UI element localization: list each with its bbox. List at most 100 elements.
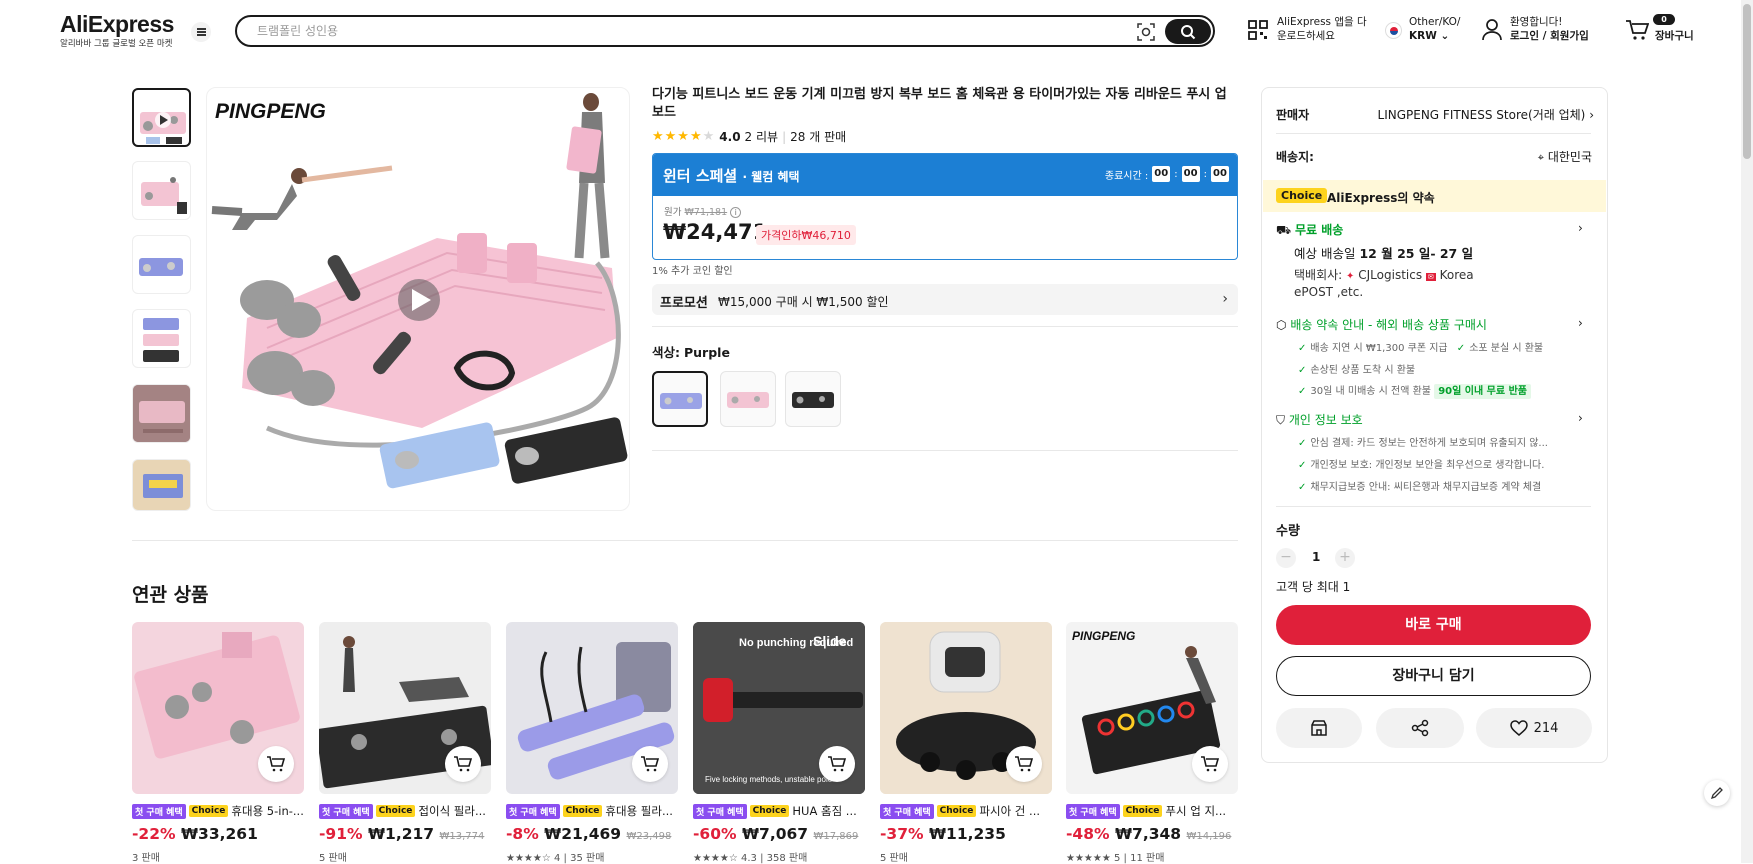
countdown: 종료시간 : 00: 00: 00 xyxy=(1105,166,1229,182)
choice-tag: Choice xyxy=(936,805,977,817)
quantity-increase-button[interactable]: + xyxy=(1335,548,1355,568)
user-icon[interactable] xyxy=(1481,18,1503,42)
sales-info: 3 판매 xyxy=(132,849,304,864)
sold-count: 4 | 35 판매 xyxy=(554,853,605,864)
related-product-card[interactable]: 첫 구매 혜택 Choice 접이식 필라... -91% ₩1,217 ₩13,7… xyxy=(319,622,491,864)
choice-promise-bar: Choice AliExpress의 약속 xyxy=(1263,180,1606,212)
truck-icon: ⛟ xyxy=(1276,223,1292,237)
gallery-thumb-4[interactable] xyxy=(132,309,191,368)
chevron-right-icon[interactable]: › xyxy=(1578,411,1583,425)
chevron-right-icon: › xyxy=(1589,108,1594,122)
app-download-link[interactable]: AliExpress 앱을 다 운로드하세요 xyxy=(1277,15,1367,43)
account-link[interactable]: 환영합니다! 로그인 / 회원가입 xyxy=(1510,15,1589,43)
share-button[interactable] xyxy=(1376,708,1464,748)
sale-price: ₩7,067 xyxy=(741,825,809,843)
seller-link[interactable]: LINGPENG FITNESS Store(거래 업체) › xyxy=(1362,106,1594,123)
gallery-thumb-5[interactable] xyxy=(132,384,191,443)
rating-stars: ★★★★☆ xyxy=(693,853,738,864)
quantity-value[interactable]: 1 xyxy=(1312,550,1320,564)
gallery-thumb-2[interactable] xyxy=(132,161,191,220)
sales-info: 5 판매 xyxy=(880,849,1052,864)
buy-now-button[interactable]: 바로 구매 xyxy=(1276,605,1591,645)
rating-stars: ★★★★☆ xyxy=(506,853,551,864)
main-product-image[interactable]: PINGPENG xyxy=(206,87,630,511)
related-product-card[interactable]: 첫 구매 혜택 Choice 파시아 건 ... -37% ₩11,235 5 판매 xyxy=(880,622,1052,864)
related-product-name: 푸시 업 지... xyxy=(1165,804,1227,818)
promise-refund-text: 30일 내 미배송 시 전액 환불 xyxy=(1310,386,1432,397)
locale-selector[interactable]: Other/KO/ KRW ⌄ xyxy=(1409,15,1460,43)
related-product-image[interactable] xyxy=(880,622,1052,794)
free-shipping-label: 무료 배송 xyxy=(1294,223,1344,237)
sale-price: ₩11,235 xyxy=(928,825,1006,843)
info-icon[interactable]: i xyxy=(730,207,742,218)
promotion-row[interactable]: 프로모션 ₩15,000 구매 시 ₩1,500 할인 › xyxy=(652,284,1238,315)
current-price: ₩24,471 xyxy=(663,220,768,244)
store-icon xyxy=(1311,720,1327,736)
related-product-card[interactable]: PINGPENG 첫 구매 혜택 Choice 푸시 업 지... -48% ₩7,… xyxy=(1066,622,1238,864)
add-to-cart-icon[interactable] xyxy=(632,746,668,782)
banner-header: 윈터 스페셜 · 웰컴 혜택 종료시간 : 00: 00: 00 xyxy=(653,154,1237,196)
related-product-image[interactable] xyxy=(506,622,678,794)
related-product-image[interactable] xyxy=(319,622,491,794)
reviews-link[interactable]: 2 리뷰 xyxy=(745,128,779,145)
choice-tag: Choice xyxy=(749,805,790,817)
aliexpress-logo[interactable]: AliExpress xyxy=(60,11,174,38)
share-icon xyxy=(1411,719,1429,737)
quantity-decrease-button[interactable]: − xyxy=(1276,548,1296,568)
feedback-edit-button[interactable] xyxy=(1704,780,1730,806)
related-product-card[interactable]: 첫 구매 혜택 Choice 휴대용 필라... -8% ₩21,469 ₩23,4… xyxy=(506,622,678,864)
privacy-info: ✓ 개인정보 보호: 개인정보 보안을 최우선으로 생각합니다. xyxy=(1298,460,1545,471)
add-to-cart-icon[interactable] xyxy=(819,746,855,782)
choice-tag: Choice xyxy=(562,805,603,817)
product-title: 다기능 피트니스 보드 운동 기계 미끄럼 방지 복부 보드 홈 체육관 용 타… xyxy=(652,87,1227,120)
add-to-cart-icon[interactable] xyxy=(258,746,294,782)
seller-label: 판매자 xyxy=(1276,108,1310,122)
ship-to-selector[interactable]: ⌖ 대한민국 xyxy=(1422,148,1592,165)
korea-flag-icon xyxy=(1385,22,1402,39)
quantity-label: 수량 xyxy=(1276,524,1300,539)
divider xyxy=(1276,133,1591,134)
ship-to-label: 배송지: xyxy=(1276,150,1314,164)
gallery-thumb-3[interactable] xyxy=(132,235,191,294)
add-to-cart-button[interactable]: 장바구니 담기 xyxy=(1276,656,1591,696)
product-tags: 첫 구매 혜택 Choice 푸시 업 지... xyxy=(1066,803,1238,819)
related-product-card[interactable]: No punching required Slide Five locking me… xyxy=(693,622,865,864)
color-swatch-purple[interactable] xyxy=(652,371,708,427)
chevron-right-icon[interactable]: › xyxy=(1578,221,1583,235)
privacy-row[interactable]: ⛉ 개인 정보 보호 xyxy=(1276,411,1363,428)
related-product-image[interactable]: PINGPENG xyxy=(1066,622,1238,794)
store-button[interactable] xyxy=(1276,708,1362,748)
epost-logo-icon: ✉ xyxy=(1425,273,1436,281)
sold-count: 4.3 | 358 판매 xyxy=(741,853,808,864)
cart-icon[interactable] xyxy=(1625,19,1649,41)
wishlist-button[interactable]: 214 xyxy=(1476,708,1592,748)
gallery-thumb-1[interactable] xyxy=(132,88,191,147)
privacy-info-text: 개인정보 보호: 개인정보 보안을 최우선으로 생각합니다. xyxy=(1310,460,1545,471)
image-search-icon[interactable] xyxy=(1135,21,1157,43)
add-to-cart-icon[interactable] xyxy=(445,746,481,782)
cart-label[interactable]: 장바구니 xyxy=(1655,29,1694,43)
brand-logo: PINGPENG xyxy=(215,100,326,123)
color-swatch-black[interactable] xyxy=(785,371,841,427)
menu-icon[interactable] xyxy=(191,22,211,42)
scrollbar-thumb[interactable] xyxy=(1743,4,1751,159)
related-product-card[interactable]: 첫 구매 혜택 Choice 휴대용 5-in-... -22% ₩33,261 3… xyxy=(132,622,304,864)
add-to-cart-icon[interactable] xyxy=(1192,746,1228,782)
search-button[interactable] xyxy=(1165,19,1211,44)
gallery-thumb-6[interactable] xyxy=(132,459,191,511)
free-shipping-row[interactable]: ⛟ 무료 배송 xyxy=(1276,221,1343,239)
pencil-icon xyxy=(1710,787,1723,800)
image-caption-2: Slide xyxy=(813,633,847,649)
related-product-image[interactable] xyxy=(132,622,304,794)
add-to-cart-icon[interactable] xyxy=(1006,746,1042,782)
chevron-right-icon[interactable]: › xyxy=(1578,316,1583,330)
search-input[interactable] xyxy=(257,21,1077,41)
delivery-promise-row[interactable]: ⬡ 배송 약속 안내 - 해외 배송 상품 구매시 xyxy=(1276,316,1487,333)
first-purchase-tag: 첫 구매 혜택 xyxy=(693,803,747,819)
winter-special-banner: 윈터 스페셜 · 웰컴 혜택 종료시간 : 00: 00: 00 원가 ₩71,… xyxy=(652,153,1238,260)
color-swatch-pink[interactable] xyxy=(720,371,776,427)
discount-percent: -22% xyxy=(132,825,176,843)
image-caption-3: Five locking methods, unstable pole xyxy=(705,775,833,784)
qr-code-icon[interactable] xyxy=(1247,19,1269,41)
related-product-image[interactable]: No punching required Slide Five locking me… xyxy=(693,622,865,794)
